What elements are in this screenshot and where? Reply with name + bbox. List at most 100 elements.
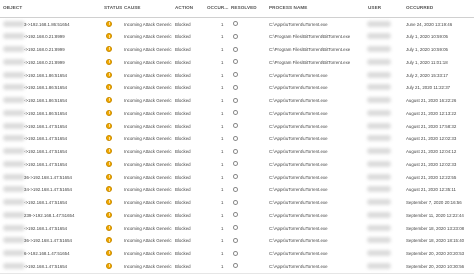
warning-icon xyxy=(106,250,112,256)
redacted-object-prefix xyxy=(3,186,25,193)
object-cell: ->192.168.1.47:51654 xyxy=(24,161,68,167)
warning-icon xyxy=(106,186,112,193)
occurred-cell: August 21, 2020 12:04:12 xyxy=(406,149,457,154)
action-cell: Blocked xyxy=(175,136,191,142)
unresolved-circle-icon[interactable] xyxy=(233,237,238,243)
redacted-object-prefix xyxy=(3,224,25,231)
cause-cell: Incoming Attack Generic xyxy=(124,212,172,218)
occurrences-cell: 1 xyxy=(221,149,224,154)
occurred-cell: August 21, 2020 12:02:33 xyxy=(406,136,457,142)
redacted-user xyxy=(367,211,391,218)
warning-icon xyxy=(106,58,112,65)
col-object-header[interactable]: OBJECT xyxy=(3,5,22,10)
process-name-cell: C:\Apps\uTorrent\uTorrent.exe xyxy=(269,72,328,78)
cause-cell: Incoming Attack Generic xyxy=(124,225,172,231)
occurrences-cell: 1 xyxy=(221,72,224,78)
redacted-object-prefix xyxy=(3,199,25,205)
redacted-user xyxy=(367,262,391,269)
occurred-cell: July 21, 2020 11:22:37 xyxy=(406,85,451,91)
occurrences-cell: 1 xyxy=(221,123,224,129)
cause-cell: Incoming Attack Generic xyxy=(124,238,172,244)
occurrences-cell: 1 xyxy=(221,238,224,244)
unresolved-circle-icon[interactable] xyxy=(233,161,238,167)
col-resolved-header[interactable]: RESOLVED xyxy=(231,5,257,10)
occurred-cell: July 1, 2020 10:59:05 xyxy=(406,47,448,52)
object-cell: 3->192.168.1.86:51654 xyxy=(24,21,70,27)
occurred-cell: July 2, 2020 15:33:17 xyxy=(406,72,448,78)
col-cause-header[interactable]: CAUSE xyxy=(124,5,141,10)
cause-cell: Incoming Attack Generic xyxy=(124,187,172,193)
unresolved-circle-icon[interactable] xyxy=(233,123,238,128)
redacted-user xyxy=(367,224,391,231)
occurred-cell: August 21, 2020 12:13:22 xyxy=(406,110,457,116)
occurrences-cell: 1 xyxy=(221,174,224,180)
unresolved-circle-icon[interactable] xyxy=(233,263,238,269)
redacted-object-prefix xyxy=(3,237,25,244)
warning-icon xyxy=(106,148,112,154)
redacted-user xyxy=(367,173,391,180)
redacted-user xyxy=(367,237,391,244)
redacted-user xyxy=(367,135,391,142)
unresolved-circle-icon[interactable] xyxy=(233,21,238,26)
occurred-cell: June 24, 2020 13:19:46 xyxy=(406,21,453,27)
cause-cell: Incoming Attack Generic xyxy=(124,174,172,180)
unresolved-circle-icon[interactable] xyxy=(233,33,238,39)
unresolved-circle-icon[interactable] xyxy=(233,199,238,205)
process-name-cell: C:\Program Files\BitTorrent\BitTorrent.e… xyxy=(269,47,351,52)
unresolved-circle-icon[interactable] xyxy=(233,148,238,154)
unresolved-circle-icon[interactable] xyxy=(233,97,238,103)
unresolved-circle-icon[interactable] xyxy=(233,135,238,141)
redacted-object-prefix xyxy=(3,211,25,218)
occurred-cell: July 1, 2020 11:01:18 xyxy=(406,59,448,65)
occurrences-cell: 1 xyxy=(221,85,224,91)
process-name-cell: C:\Apps\uTorrent\uTorrent.exe xyxy=(269,174,328,180)
occurred-cell: August 21, 2020 16:22:26 xyxy=(406,98,457,103)
object-cell: ->192.168.1.86:51654 xyxy=(24,110,68,116)
redacted-object-prefix xyxy=(3,148,25,154)
unresolved-circle-icon[interactable] xyxy=(233,110,238,116)
col-process-header[interactable]: PROCESS NAME xyxy=(269,5,307,10)
object-cell: ->192.168.1.47:51654 xyxy=(24,263,68,269)
unresolved-circle-icon[interactable] xyxy=(233,59,238,65)
object-cell: 36->192.168.1.47:51654 xyxy=(24,174,72,180)
table-row[interactable]: ->192.168.1.47:51654 Incoming Attack Gene… xyxy=(0,259,474,274)
col-occurrences-header[interactable]: OCCUR... xyxy=(207,5,228,10)
process-name-cell: C:\Apps\uTorrent\uTorrent.exe xyxy=(269,187,328,193)
unresolved-circle-icon[interactable] xyxy=(233,212,238,218)
cause-cell: Incoming Attack Generic xyxy=(124,98,172,103)
occurred-cell: August 21, 2020 12:02:33 xyxy=(406,161,457,167)
unresolved-circle-icon[interactable] xyxy=(233,225,238,230)
process-name-cell: C:\Apps\uTorrent\uTorrent.exe xyxy=(269,21,328,27)
redacted-object-prefix xyxy=(3,58,25,65)
action-cell: Blocked xyxy=(175,149,191,154)
process-name-cell: C:\Apps\uTorrent\uTorrent.exe xyxy=(269,110,328,116)
unresolved-circle-icon[interactable] xyxy=(233,186,238,192)
cause-cell: Incoming Attack Generic xyxy=(124,110,172,116)
col-occurred-header[interactable]: OCCURRED xyxy=(406,5,433,10)
action-cell: Blocked xyxy=(175,110,191,116)
unresolved-circle-icon[interactable] xyxy=(233,84,238,90)
cause-cell: Incoming Attack Generic xyxy=(124,34,172,40)
cause-cell: Incoming Attack Generic xyxy=(124,123,172,129)
cause-cell: Incoming Attack Generic xyxy=(124,263,172,269)
col-status-header[interactable]: STATUS xyxy=(104,5,122,10)
unresolved-circle-icon[interactable] xyxy=(233,174,238,179)
col-user-header[interactable]: USER xyxy=(368,5,381,10)
redacted-user xyxy=(367,109,391,116)
unresolved-circle-icon[interactable] xyxy=(233,72,238,77)
action-cell: Blocked xyxy=(175,212,191,218)
unresolved-circle-icon[interactable] xyxy=(233,250,238,256)
process-name-cell: C:\Apps\uTorrent\uTorrent.exe xyxy=(269,85,328,91)
redacted-object-prefix xyxy=(3,250,25,256)
events-grid: OBJECT STATUS CAUSE ACTION OCCUR... RESO… xyxy=(0,0,474,274)
redacted-user xyxy=(367,148,391,154)
redacted-user xyxy=(367,46,391,52)
process-name-cell: C:\Program Files\BitTorrent\BitTorrent.e… xyxy=(269,34,351,40)
col-action-header[interactable]: ACTION xyxy=(175,5,193,10)
occurrences-cell: 1 xyxy=(221,110,224,116)
warning-icon xyxy=(106,109,112,116)
redacted-object-prefix xyxy=(3,109,25,116)
occurred-cell: September 18, 2020 13:23:08 xyxy=(406,225,465,231)
action-cell: Blocked xyxy=(175,263,191,269)
unresolved-circle-icon[interactable] xyxy=(233,46,238,52)
